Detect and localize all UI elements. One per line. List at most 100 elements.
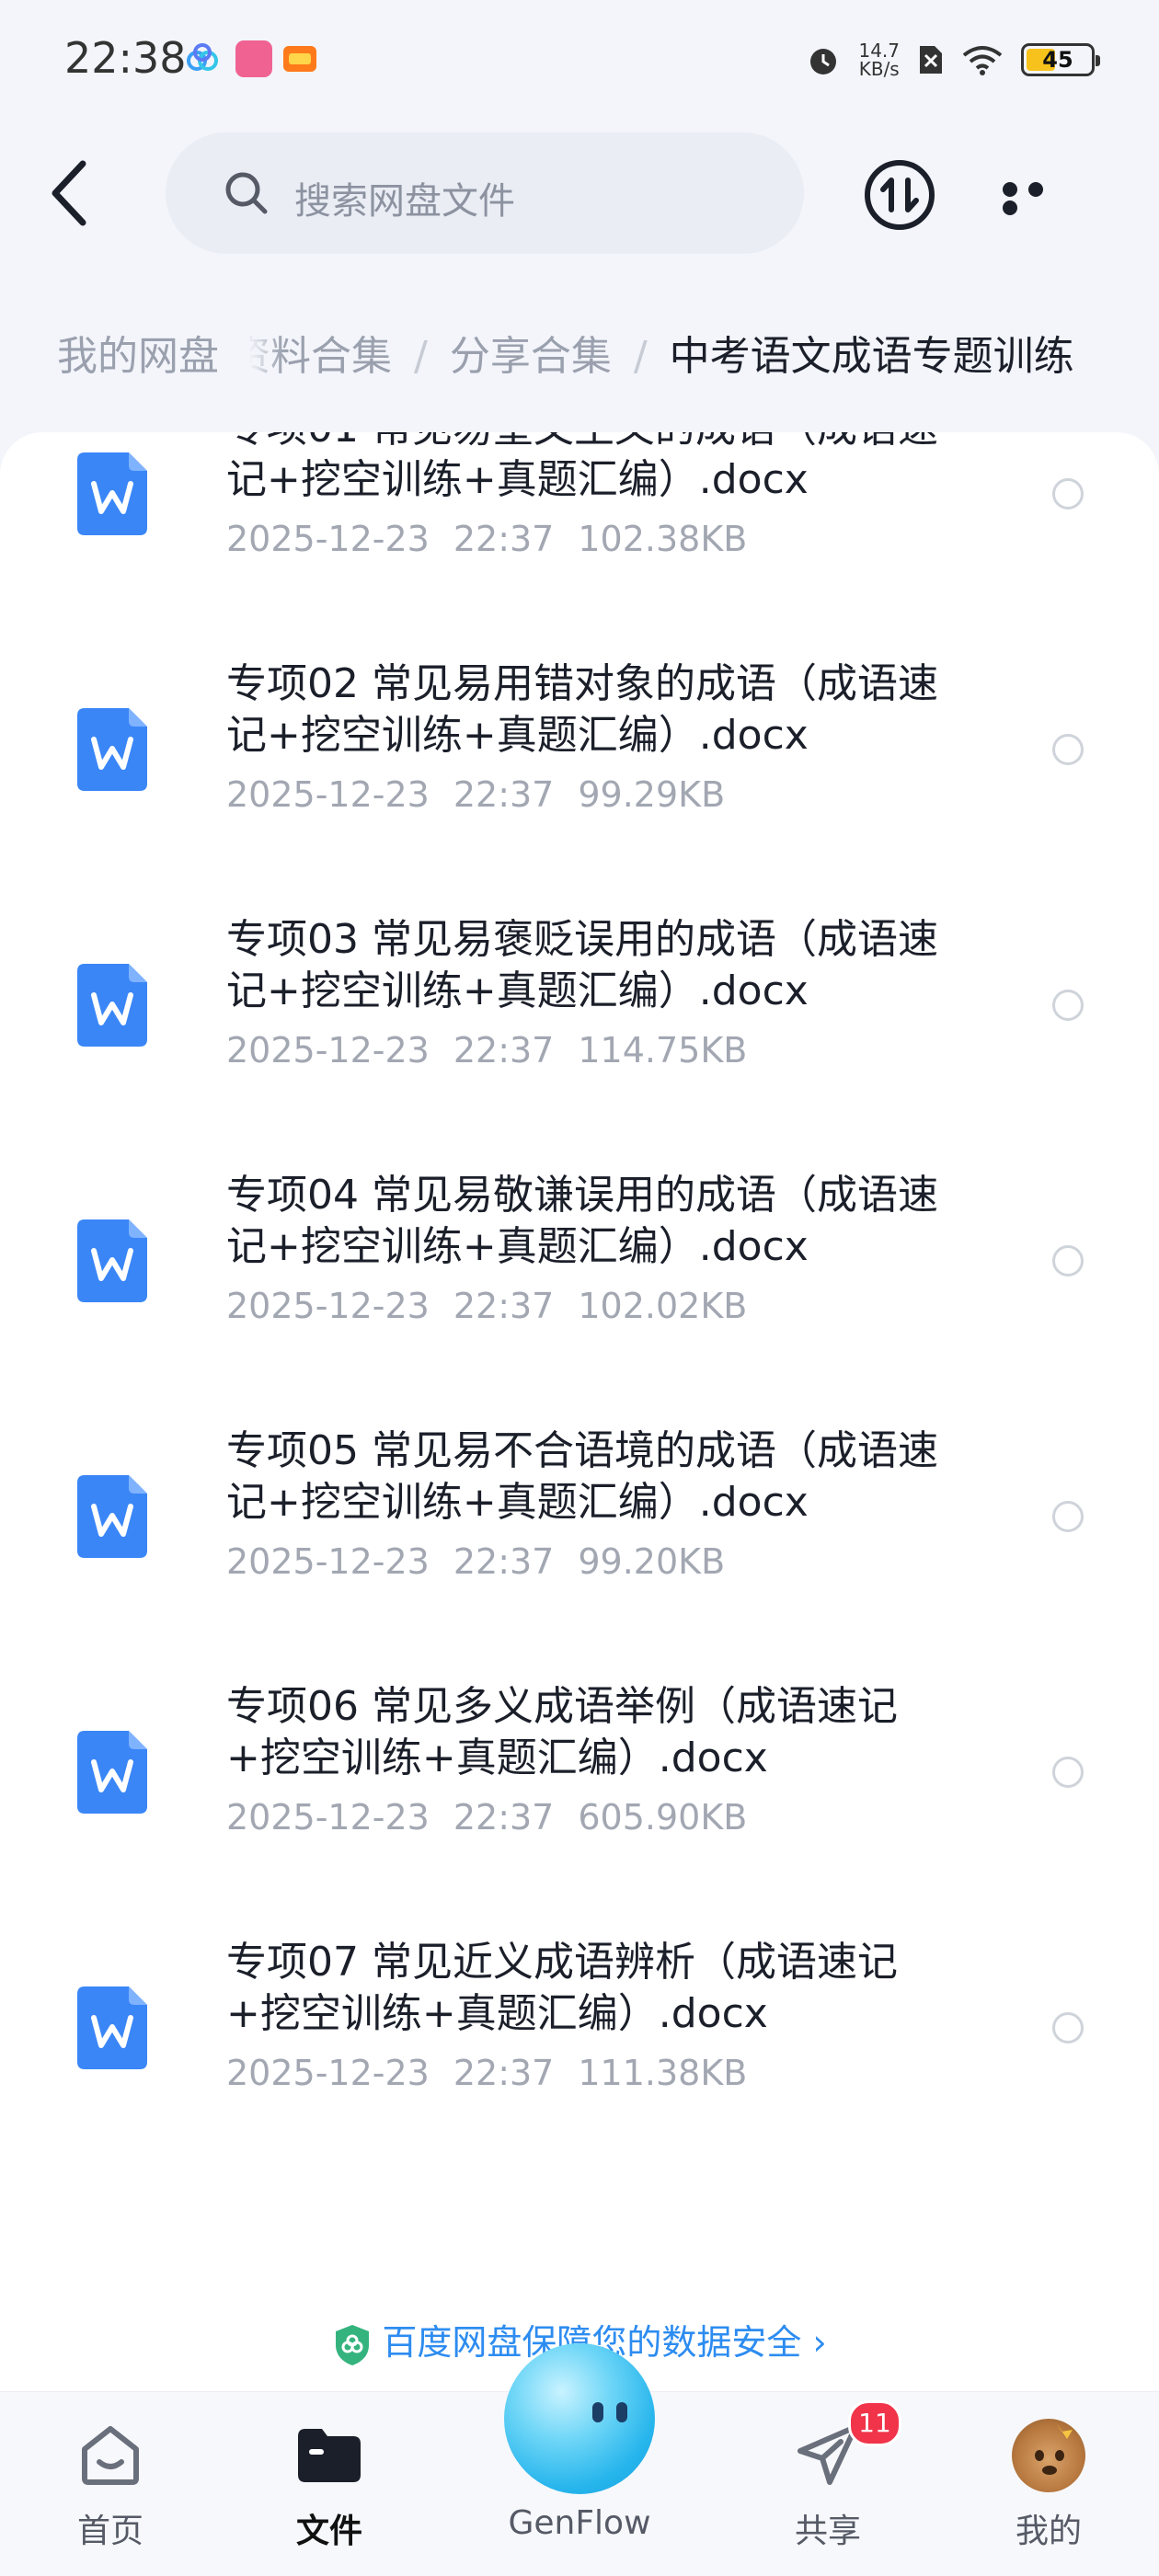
file-size: 99.20KB <box>578 1541 726 1582</box>
orb-eye <box>592 2402 603 2422</box>
file-name[interactable]: 专项05 常见易不合语境的成语（成语速记+挖空训练+真题汇编）.docx <box>226 1425 962 1528</box>
file-name[interactable]: 专项01 常见易望文生义的成语（成语速记+挖空训练+真题汇编）.docx <box>226 432 962 506</box>
select-checkbox[interactable] <box>1052 1245 1084 1277</box>
file-size: 114.75KB <box>578 1030 748 1070</box>
nav-home-label: 首页 <box>76 2513 143 2550</box>
status-bar: 22:38 14.7 KB/s 45 <box>0 0 1159 120</box>
file-time: 22:37 <box>453 1030 555 1070</box>
file-name[interactable]: 专项06 常见多义成语举例（成语速记+挖空训练+真题汇编）.docx <box>226 1681 962 1784</box>
transfer-list-button[interactable] <box>863 158 936 232</box>
breadcrumb-track: 资料合集 / 分享合集 / 中考语文成语专题训练 <box>230 322 1074 392</box>
file-meta: 2025-12-23 22:37 111.38KB <box>226 2053 771 2093</box>
nav-home[interactable]: 首页 <box>18 2420 202 2558</box>
file-name[interactable]: 专项02 常见易用错对象的成语（成语速记+挖空训练+真题汇编）.docx <box>226 658 962 761</box>
file-row[interactable]: 专项07 常见近义成语辨析（成语速记+挖空训练+真题汇编）.docx 2025-1… <box>0 1902 1159 2158</box>
file-time: 22:37 <box>453 1286 555 1326</box>
back-button[interactable] <box>44 156 99 230</box>
orb-eye <box>616 2402 627 2422</box>
select-checkbox[interactable] <box>1052 1757 1084 1788</box>
bilibili-app-icon <box>235 40 272 77</box>
word-doc-icon <box>77 1219 147 1302</box>
no-sim-icon <box>920 46 942 74</box>
file-time: 22:37 <box>453 1541 555 1582</box>
file-row[interactable]: 专项05 常见易不合语境的成语（成语速记+挖空训练+真题汇编）.docx 2025… <box>0 1391 1159 1646</box>
breadcrumb-current: 中考语文成语专题训练 <box>669 333 1074 380</box>
file-list: 专项01 常见易望文生义的成语（成语速记+挖空训练+真题汇编）.docx 2025… <box>0 432 1159 2400</box>
search-icon <box>225 172 268 214</box>
upload-arrow-icon <box>880 177 894 212</box>
nav-share-label: 共享 <box>794 2513 861 2550</box>
chevron-left-icon <box>52 160 86 226</box>
net-speed: 14.7 KB/s <box>858 41 900 78</box>
file-meta: 2025-12-23 22:37 99.20KB <box>226 1541 749 1582</box>
file-date: 2025-12-23 <box>226 1541 430 1582</box>
avatar-face <box>1035 2422 1073 2475</box>
breadcrumb-item-2[interactable]: 分享合集 <box>450 333 612 380</box>
search-input-placeholder[interactable]: 搜索网盘文件 <box>294 171 515 224</box>
share-badge: 11 <box>848 2400 901 2446</box>
genflow-orb-icon[interactable] <box>504 2343 655 2494</box>
file-size: 102.02KB <box>578 1286 748 1326</box>
folder-icon <box>298 2429 361 2482</box>
word-doc-icon <box>77 708 147 791</box>
file-date: 2025-12-23 <box>226 1030 430 1070</box>
more-dots-icon <box>1003 200 1017 215</box>
wifi-icon <box>962 46 1003 75</box>
file-row[interactable]: 专项01 常见易望文生义的成语（成语速记+挖空训练+真题汇编）.docx 2025… <box>0 432 1159 624</box>
file-time: 22:37 <box>453 519 555 559</box>
file-date: 2025-12-23 <box>226 774 430 815</box>
select-checkbox[interactable] <box>1052 734 1084 765</box>
select-checkbox[interactable] <box>1052 1501 1084 1532</box>
file-meta: 2025-12-23 22:37 102.38KB <box>226 519 771 559</box>
file-row[interactable]: 专项04 常见易敬谦误用的成语（成语速记+挖空训练+真题汇编）.docx 2025… <box>0 1135 1159 1391</box>
file-name[interactable]: 专项03 常见易褒贬误用的成语（成语速记+挖空训练+真题汇编）.docx <box>226 914 962 1017</box>
battery-percent: 45 <box>1042 47 1073 73</box>
net-speed-unit: KB/s <box>858 58 900 80</box>
nav-files-label: 文件 <box>295 2513 362 2550</box>
breadcrumb-item-1[interactable]: 资料合集 <box>230 333 392 380</box>
avatar[interactable] <box>1012 2419 1085 2492</box>
word-doc-icon <box>77 1986 147 2069</box>
file-row[interactable]: 专项06 常见多义成语举例（成语速记+挖空训练+真题汇编）.docx 2025-1… <box>0 1646 1159 1902</box>
home-icon <box>82 2426 139 2485</box>
file-size: 102.38KB <box>578 519 748 559</box>
file-name[interactable]: 专项07 常见近义成语辨析（成语速记+挖空训练+真题汇编）.docx <box>226 1937 962 2040</box>
battery-icon: 45 <box>1021 43 1100 76</box>
word-doc-icon <box>77 1475 147 1558</box>
file-meta: 2025-12-23 22:37 114.75KB <box>226 1030 771 1070</box>
word-doc-icon <box>77 964 147 1047</box>
file-time: 22:37 <box>453 2053 555 2093</box>
file-date: 2025-12-23 <box>226 1286 430 1326</box>
search-bar[interactable]: 搜索网盘文件 <box>166 132 804 254</box>
file-size: 111.38KB <box>578 2053 748 2093</box>
more-options-button[interactable] <box>1003 182 1076 215</box>
58-app-icon <box>283 46 316 72</box>
breadcrumb-separator: / <box>414 333 428 380</box>
select-checkbox[interactable] <box>1052 2012 1084 2044</box>
download-arrow-icon <box>905 177 919 212</box>
file-row[interactable]: 专项03 常见易褒贬误用的成语（成语速记+挖空训练+真题汇编）.docx 2025… <box>0 879 1159 1135</box>
status-time: 22:38 <box>64 33 187 83</box>
breadcrumb: 资料合集 / 分享合集 / 中考语文成语专题训练 我的网盘 <box>0 322 1159 392</box>
nav-mine-label: 我的 <box>1015 2513 1082 2550</box>
file-date: 2025-12-23 <box>226 2053 430 2093</box>
alarm-icon <box>810 49 837 74</box>
net-speed-value: 14.7 <box>858 40 900 62</box>
file-row[interactable]: 专项02 常见易用错对象的成语（成语速记+挖空训练+真题汇编）.docx 2025… <box>0 624 1159 879</box>
select-checkbox[interactable] <box>1052 478 1084 509</box>
file-meta: 2025-12-23 22:37 99.29KB <box>226 774 749 815</box>
file-size: 605.90KB <box>578 1797 748 1838</box>
file-meta: 2025-12-23 22:37 102.02KB <box>226 1286 771 1326</box>
file-meta: 2025-12-23 22:37 605.90KB <box>226 1797 771 1838</box>
word-doc-icon <box>77 1731 147 1814</box>
nav-files[interactable]: 文件 <box>237 2420 421 2558</box>
file-date: 2025-12-23 <box>226 1797 430 1838</box>
file-size: 99.29KB <box>578 774 726 815</box>
nav-genflow-label: GenFlow <box>508 2504 651 2542</box>
file-date: 2025-12-23 <box>226 519 430 559</box>
breadcrumb-root[interactable]: 我的网盘 <box>26 322 250 392</box>
select-checkbox[interactable] <box>1052 990 1084 1021</box>
baidu-netdisk-app-icon <box>187 43 218 71</box>
file-name[interactable]: 专项04 常见易敬谦误用的成语（成语速记+挖空训练+真题汇编）.docx <box>226 1170 962 1273</box>
shield-icon <box>336 2324 370 2365</box>
